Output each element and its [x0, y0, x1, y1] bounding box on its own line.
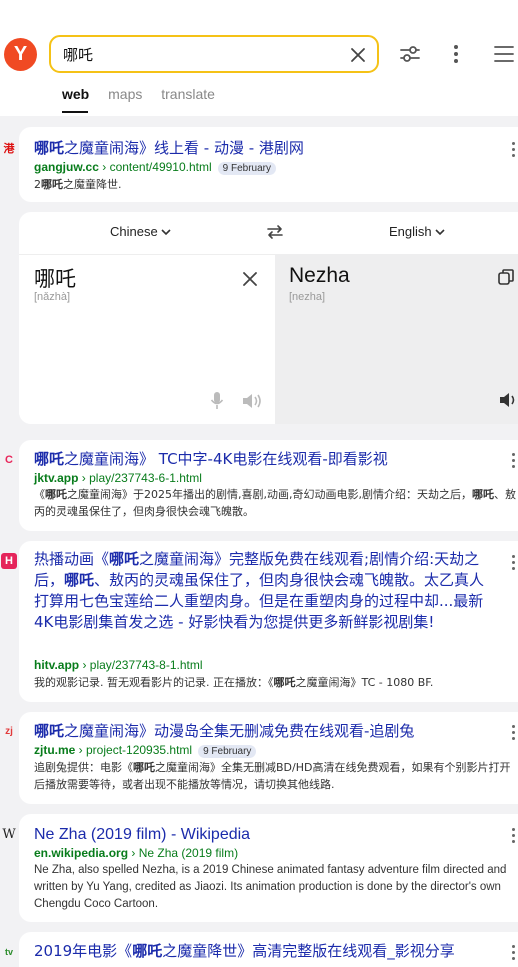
result-snippet: 我的观影记录. 暂无观看影片的记录. 正在播放：《哪吒之魔童闹海》TC - 10…	[34, 676, 434, 689]
clear-icon[interactable]	[349, 46, 367, 64]
site-favicon-icon: C	[5, 454, 13, 466]
search-box[interactable]	[49, 35, 379, 73]
more-vertical-icon[interactable]	[446, 43, 466, 65]
result-snippet: 2哪吒之魔童降世.	[34, 178, 122, 191]
microphone-icon[interactable]	[210, 391, 224, 411]
search-tabs: web maps translate	[62, 86, 230, 108]
top-bar: Y web maps translate	[0, 16, 518, 116]
result-snippet: 追剧兔提供：电影《哪吒之魔童闹海》全集无删减BD/HD高清在线免费观看，如果有个…	[34, 761, 511, 791]
result-title[interactable]: 哪吒之魔童闹海》动漫岛全集无删减免费在线观看-追剧兔	[34, 721, 494, 742]
result-more-icon[interactable]	[510, 453, 516, 471]
chevron-down-icon	[161, 229, 171, 236]
source-text[interactable]: 哪吒	[34, 263, 76, 293]
result-more-icon[interactable]	[510, 142, 516, 160]
translation-panel: Nezha [nezha]	[275, 254, 518, 424]
tab-maps[interactable]: maps	[108, 86, 142, 102]
site-favicon-icon: tv	[4, 947, 13, 957]
result-url[interactable]: en.wikipedia.org › Ne Zha (2019 film)	[34, 845, 238, 861]
translated-text[interactable]: Nezha	[289, 264, 350, 288]
result-title[interactable]: 哪吒之魔童闹海》 TC中字-4K电影在线观看-即看影视	[34, 449, 494, 470]
result-title[interactable]: 2019年电影《哪吒之魔童降世》高清完整版在线观看_影视分享	[34, 941, 494, 962]
translation-transcription: [nezha]	[289, 291, 326, 303]
result-title[interactable]: 哪吒之魔童闹海》线上看 - 动漫 - 港剧网	[34, 138, 494, 159]
source-language-select[interactable]: Chinese	[110, 224, 171, 239]
search-result: C 哪吒之魔童闹海》 TC中字-4K电影在线观看-即看影视 jktv.app ›…	[5, 440, 518, 531]
search-input[interactable]	[63, 43, 333, 65]
site-favicon-icon: 港	[3, 143, 15, 155]
site-favicon-icon: zj	[5, 726, 13, 737]
source-transcription: [nǎzhà]	[34, 291, 71, 303]
result-url[interactable]: hitv.app › play/237743-8-1.html	[34, 657, 203, 673]
date-badge: 9 February	[217, 162, 276, 175]
swap-languages-icon[interactable]	[266, 224, 284, 240]
search-result: zj 哪吒之魔童闹海》动漫岛全集无删减免费在线观看-追剧兔 zjtu.me › …	[5, 712, 518, 804]
menu-icon[interactable]	[493, 43, 515, 65]
result-url[interactable]: jktv.app › play/237743-6-1.html	[34, 470, 202, 486]
result-snippet: 《哪吒之魔童闹海》于2025年播出的剧情,喜剧,动画,奇幻动画电影,剧情介绍：天…	[34, 488, 516, 518]
copy-icon[interactable]	[497, 268, 515, 286]
filter-settings-icon[interactable]	[399, 43, 421, 65]
translator-widget: Chinese English 哪吒 [nǎzhà] Nezha [nezha]	[19, 212, 518, 424]
result-url[interactable]: zjtu.me › project-120935.html 9 February	[34, 742, 257, 758]
speaker-icon[interactable]	[498, 391, 518, 409]
result-snippet: Ne Zha, also spelled Nezha, is a 2019 Ch…	[34, 864, 507, 910]
search-result: W Ne Zha (2019 film) - Wikipedia en.wiki…	[2, 814, 518, 922]
chevron-down-icon	[435, 229, 445, 236]
result-more-icon[interactable]	[510, 725, 516, 743]
tab-translate[interactable]: translate	[161, 86, 215, 102]
result-more-icon[interactable]	[510, 945, 516, 963]
status-bar	[0, 0, 518, 16]
result-url[interactable]: gangjuw.cc › content/49910.html 9 Februar…	[34, 159, 276, 175]
clear-source-icon[interactable]	[242, 271, 258, 287]
search-result: H 热播动画《哪吒之魔童闹海》完整版免费在线观看;剧情介绍:天劫之后，哪吒、敖丙…	[1, 541, 518, 702]
date-badge: 9 February	[198, 745, 257, 758]
source-text-panel[interactable]: 哪吒 [nǎzhà]	[19, 254, 275, 424]
wikipedia-icon: W	[2, 827, 16, 842]
result-more-icon[interactable]	[510, 828, 516, 846]
active-tab-indicator	[62, 111, 88, 113]
tab-web[interactable]: web	[62, 86, 89, 102]
result-title[interactable]: 热播动画《哪吒之魔童闹海》完整版免费在线观看;剧情介绍:天劫之后，哪吒、敖丙的灵…	[34, 549, 494, 633]
target-language-select[interactable]: English	[389, 224, 445, 239]
search-result: 港 哪吒之魔童闹海》线上看 - 动漫 - 港剧网 gangjuw.cc › co…	[4, 127, 518, 202]
speaker-icon[interactable]	[241, 392, 263, 410]
search-result: tv 2019年电影《哪吒之魔童降世》高清完整版在线观看_影视分享	[5, 932, 518, 967]
site-favicon-icon: H	[1, 553, 17, 569]
yandex-logo[interactable]: Y	[4, 38, 37, 71]
result-more-icon[interactable]	[510, 555, 516, 573]
result-title[interactable]: Ne Zha (2019 film) - Wikipedia	[34, 824, 494, 845]
